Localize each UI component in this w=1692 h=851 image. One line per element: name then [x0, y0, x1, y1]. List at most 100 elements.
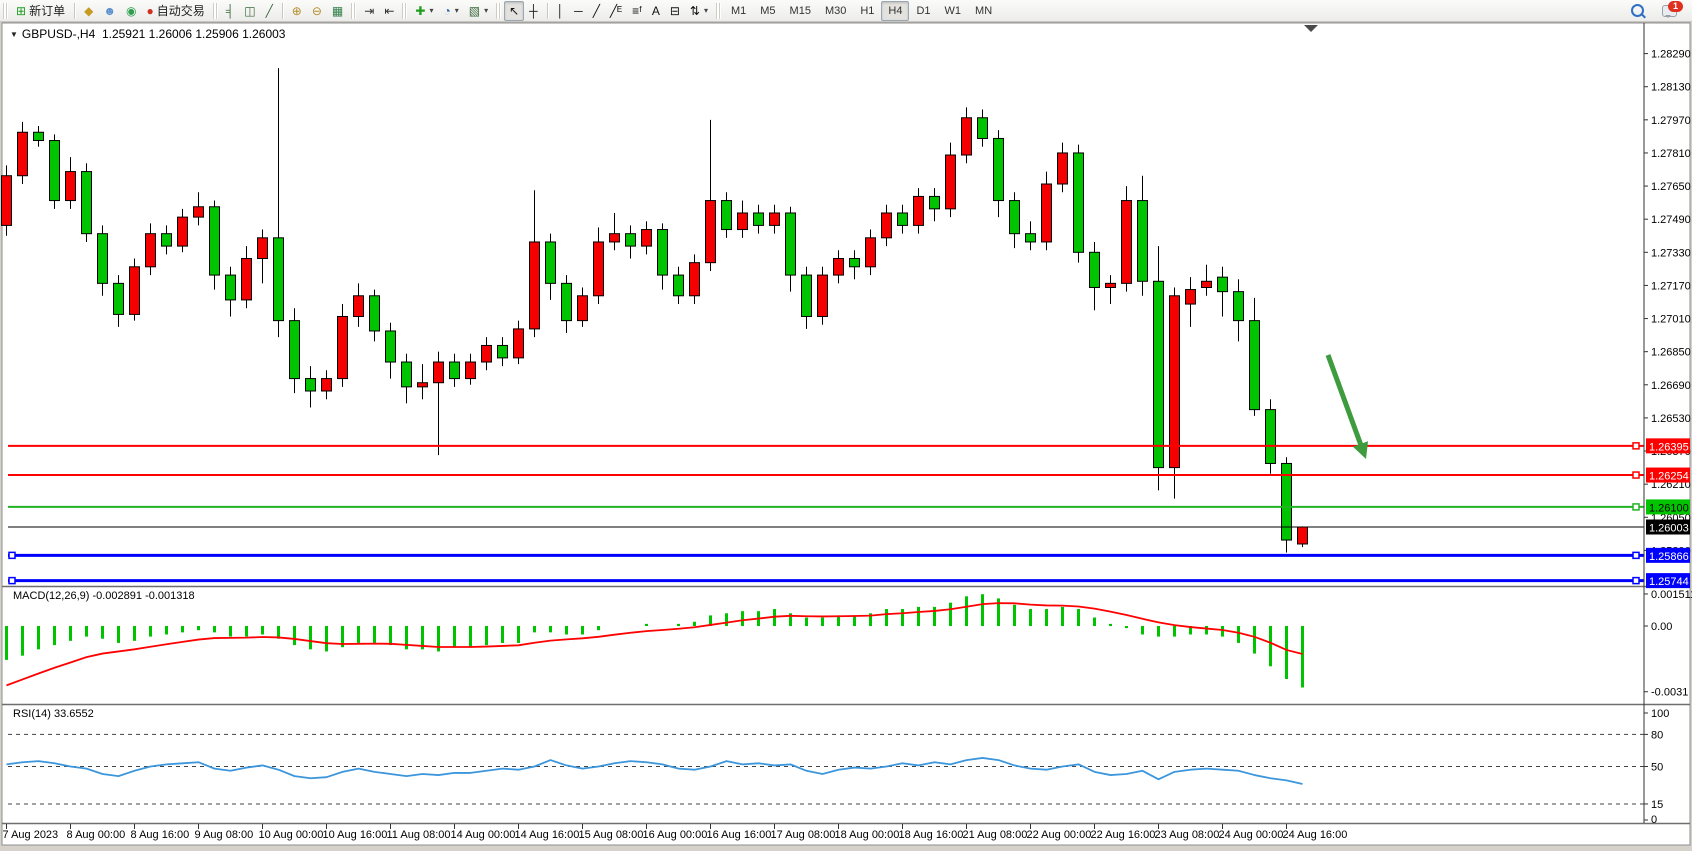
price-line-handle[interactable]: [1633, 578, 1639, 584]
candle: [1106, 283, 1116, 287]
candle: [210, 207, 220, 275]
text-button[interactable]: A: [647, 1, 665, 21]
periods-button[interactable]: ◔▾: [438, 1, 463, 21]
macd-histogram-bar: [549, 626, 552, 632]
price-line-handle[interactable]: [9, 552, 15, 558]
price-line-handle[interactable]: [1633, 472, 1639, 478]
candle: [466, 362, 476, 379]
crosshair-button-icon: ┼: [529, 5, 538, 17]
date-axis-label: 21 Aug 08:00: [963, 829, 1028, 841]
chart-symbol-period: GBPUSD-,H4: [22, 27, 95, 41]
macd-histogram-bar: [1045, 609, 1048, 626]
trendline-button[interactable]: ╱: [588, 1, 605, 21]
macd-histogram-bar: [181, 626, 184, 632]
text-label-button[interactable]: ⊟: [665, 1, 685, 21]
timeframe-button-m5[interactable]: M5: [753, 1, 782, 21]
candle: [866, 238, 876, 267]
candle: [226, 275, 236, 300]
rsi-axis-label: 15: [1651, 799, 1663, 811]
autotrading-button[interactable]: ●自动交易: [141, 1, 209, 21]
macd-histogram-bar: [21, 626, 24, 656]
arrows-button[interactable]: ⇅▾: [685, 1, 713, 21]
profiles-button[interactable]: ☻: [98, 1, 121, 21]
macd-histogram-bar: [533, 626, 536, 632]
auto-scroll-button[interactable]: ⇥: [359, 1, 379, 21]
zoom-out-button[interactable]: ⊖: [307, 1, 327, 21]
date-axis-label: 7 Aug 2023: [3, 829, 59, 841]
candle: [610, 234, 620, 242]
candle: [946, 155, 956, 209]
cursor-button[interactable]: ↖: [504, 1, 524, 21]
candle: [290, 321, 300, 379]
search-button[interactable]: [1626, 1, 1649, 21]
equidistant-channel-button-icon: ╱ᴱ: [610, 5, 622, 17]
chart-shift-button[interactable]: ⇤: [379, 1, 399, 21]
candle: [754, 213, 764, 225]
macd-histogram-bar: [917, 607, 920, 626]
price-axis-label: 1.28290: [1651, 49, 1691, 61]
line-chart-button[interactable]: ╱: [261, 1, 278, 21]
dropdown-arrow-icon: ▾: [484, 6, 488, 15]
horizontal-line-button[interactable]: ─: [569, 1, 588, 21]
macd-histogram-bar: [309, 626, 312, 649]
candle: [242, 259, 252, 300]
price-line-handle[interactable]: [1633, 504, 1639, 510]
vertical-line-button[interactable]: │: [552, 1, 570, 21]
templates-button[interactable]: ▧▾: [464, 1, 493, 21]
styler-button[interactable]: ◆: [79, 1, 98, 21]
bar-chart-button[interactable]: ╡: [221, 1, 240, 21]
new-order-button-icon: ⊞: [16, 5, 26, 17]
candle: [578, 296, 588, 321]
timeframe-button-mn[interactable]: MN: [968, 1, 999, 21]
candlestick-chart-button[interactable]: ◫: [239, 1, 260, 21]
indicators-button[interactable]: ✚▾: [410, 1, 438, 21]
timeframe-button-m1-label: M1: [731, 5, 746, 17]
macd-histogram-bar: [165, 626, 168, 634]
candle: [322, 379, 332, 391]
chart-canvas[interactable]: 1.282901.281301.279701.278101.276501.274…: [0, 0, 1692, 851]
autotrading-button-label: 自动交易: [157, 2, 205, 19]
text-button-icon: A: [652, 5, 660, 17]
candle: [1154, 281, 1164, 467]
candle: [162, 234, 172, 246]
chart-title: ▼GBPUSD-,H4 1.25921 1.26006 1.25906 1.26…: [10, 27, 285, 41]
candle: [130, 267, 140, 315]
macd-histogram-bar: [453, 626, 456, 647]
indicators-button-icon: ✚: [415, 5, 425, 17]
macd-histogram-bar: [149, 626, 152, 637]
candle: [1218, 277, 1228, 291]
signal-button[interactable]: ◉: [121, 1, 141, 21]
timeframe-button-m1[interactable]: M1: [724, 1, 753, 21]
new-order-button[interactable]: ⊞新订单: [11, 1, 70, 21]
timeframe-button-w1[interactable]: W1: [938, 1, 969, 21]
macd-histogram-bar: [933, 607, 936, 626]
notifications-button[interactable]: 1: [1657, 1, 1682, 21]
timeframe-button-m15[interactable]: M15: [783, 1, 818, 21]
candle: [1026, 234, 1036, 242]
timeframe-button-m30[interactable]: M30: [818, 1, 853, 21]
timeframe-button-d1[interactable]: D1: [909, 1, 937, 21]
macd-histogram-bar: [949, 603, 952, 626]
price-line-handle[interactable]: [9, 578, 15, 584]
tile-windows-button[interactable]: ▦: [327, 1, 348, 21]
price-line-handle[interactable]: [1633, 443, 1639, 449]
crosshair-button[interactable]: ┼: [524, 1, 543, 21]
trading-platform-window: 1.282901.281301.279701.278101.276501.274…: [0, 0, 1692, 851]
zoom-in-button[interactable]: ⊕: [287, 1, 307, 21]
candle: [450, 362, 460, 379]
equidistant-channel-button[interactable]: ╱ᴱ: [605, 1, 627, 21]
candle: [418, 383, 428, 387]
candle: [1202, 281, 1212, 287]
price-axis-label: 1.27010: [1651, 314, 1691, 326]
fibonacci-button[interactable]: ≡ᶠ: [627, 1, 647, 21]
chevron-down-icon[interactable]: ▼: [10, 30, 18, 39]
dropdown-arrow-icon: ▾: [429, 6, 433, 15]
timeframe-button-h1[interactable]: H1: [853, 1, 881, 21]
date-axis-label: 22 Aug 16:00: [1091, 829, 1156, 841]
candle: [738, 213, 748, 230]
candle: [402, 362, 412, 387]
price-line-handle[interactable]: [1633, 552, 1639, 558]
timeframe-button-h4[interactable]: H4: [881, 1, 909, 21]
styler-button-icon: ◆: [84, 5, 93, 17]
main-toolbar: ⊞新订单◆☻◉●自动交易╡◫╱⊕⊖▦⇥⇤✚▾◔▾▧▾↖┼│─╱╱ᴱ≡ᶠA⊟⇅▾M…: [0, 0, 1692, 22]
